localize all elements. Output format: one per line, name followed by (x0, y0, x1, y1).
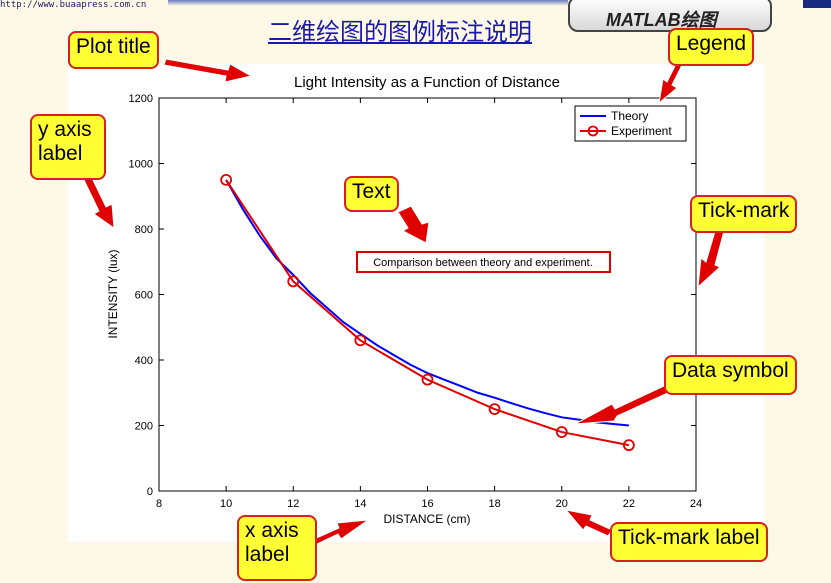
legend-theory-label: Theory (611, 109, 648, 123)
callout-text: Text (344, 176, 399, 212)
annotation-text: Comparison between theory and experiment… (373, 257, 593, 269)
callout-x-axis-label-line2: label (245, 543, 290, 567)
x-tick-label: 14 (354, 498, 366, 510)
callout-y-axis-label-line2: label (38, 142, 83, 166)
chart-title: Light Intensity as a Function of Distanc… (294, 74, 560, 91)
arrow-tick-mark (697, 227, 725, 289)
x-tick-label: 12 (287, 498, 299, 510)
arrow-tick-mark-label (564, 509, 613, 537)
callout-x-axis-label-line1: x axis (245, 519, 299, 542)
x-axis-label: DISTANCE (cm) (383, 512, 470, 526)
callout-x-axis-label: x axis label (237, 515, 317, 581)
x-tick-label: 18 (489, 498, 501, 510)
legend: Theory Experiment (574, 105, 687, 142)
chart-svg: Light Intensity as a Function of Distanc… (83, 58, 725, 546)
legend-experiment-label: Experiment (611, 124, 672, 138)
x-tick-label: 24 (690, 498, 702, 510)
callout-tick-mark-label: Tick-mark label (610, 522, 768, 562)
callout-tick-mark-text: Tick-mark (698, 199, 790, 222)
arrow-x-axis-label (311, 519, 370, 546)
callout-tick-mark: Tick-mark (690, 195, 798, 233)
y-tick-label: 1000 (129, 159, 153, 171)
y-tick-label: 400 (135, 355, 153, 367)
callout-y-axis-label-line1: y axis (38, 118, 92, 141)
y-tick-label: 200 (135, 421, 153, 433)
x-tick-label: 20 (556, 498, 568, 510)
callout-data-symbol-text: Data symbol (672, 359, 789, 382)
callout-legend-text: Legend (676, 32, 747, 55)
y-tick-label: 1200 (129, 93, 153, 105)
arrow-y-axis-label (83, 175, 115, 230)
x-tick-label: 16 (421, 498, 433, 510)
callout-plot-title: Plot title (68, 31, 159, 69)
callout-y-axis-label: y axis label (30, 114, 106, 180)
callout-tick-mark-label-text: Tick-mark label (618, 526, 760, 549)
y-tick-label: 600 (135, 290, 153, 302)
arrow-plot-title (163, 58, 253, 83)
y-axis-label: INTENSITY (lux) (106, 249, 120, 338)
arrow-legend (658, 59, 684, 105)
x-tick-label: 22 (623, 498, 635, 510)
callout-legend: Legend (668, 28, 755, 66)
x-tick-label: 10 (220, 498, 232, 510)
callout-data-symbol: Data symbol (664, 355, 797, 395)
x-tick-label: 8 (156, 498, 162, 510)
y-tick-label: 0 (147, 486, 153, 498)
plot-area (158, 97, 697, 492)
y-tick-label: 800 (135, 224, 153, 236)
callout-text-text: Text (352, 180, 391, 203)
callout-plot-title-text: Plot title (76, 35, 151, 58)
